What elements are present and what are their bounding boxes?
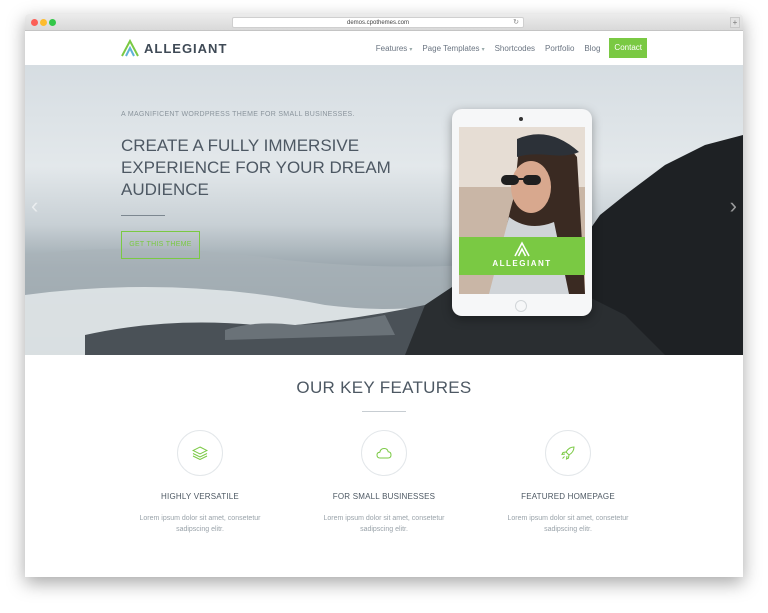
reload-icon[interactable]: ↻ (513, 18, 519, 28)
get-theme-button[interactable]: GET THIS THEME (121, 231, 200, 259)
chevron-down-icon: ▾ (481, 46, 485, 53)
tablet-logo-icon (514, 241, 530, 257)
close-window-button[interactable] (31, 19, 38, 26)
feature-card: FOR SMALL BUSINESSES Lorem ipsum dolor s… (314, 430, 454, 535)
slider-prev-arrow[interactable]: ‹ (31, 193, 38, 219)
hero-headline: CREATE A FULLY IMMERSIVE EXPERIENCE FOR … (121, 136, 391, 199)
site-header: ALLEGIANT Features ▾ Page Templates ▾ Shor… (25, 31, 743, 65)
nav-item-page-templates[interactable]: Page Templates ▾ (422, 44, 484, 53)
nav-label: Features (375, 43, 408, 53)
features-title: OUR KEY FEATURES (296, 378, 472, 397)
browser-window: demos.cpothemes.com ↻ + ALLEGIANT Featur… (25, 14, 743, 577)
nav-item-portfolio[interactable]: Portfolio (545, 44, 574, 53)
tablet-home-button (515, 300, 527, 312)
feature-description: Lorem ipsum dolor sit amet, consetetur s… (507, 515, 629, 533)
hero-slider: A MAGNIFICENT WORDPRESS THEME FOR SMALL … (25, 65, 743, 355)
zoom-window-button[interactable] (49, 19, 56, 26)
feature-icon-circle (361, 430, 407, 476)
tablet-screen: ALLEGIANT (459, 127, 585, 294)
browser-toolbar: demos.cpothemes.com ↻ + (25, 14, 743, 31)
feature-description: Lorem ipsum dolor sit amet, consetetur s… (139, 515, 261, 533)
tablet-camera (519, 117, 523, 121)
feature-title: FEATURED HOMEPAGE (521, 492, 615, 501)
main-nav: Features ▾ Page Templates ▾ Shortcodes Por… (366, 38, 647, 58)
address-text: demos.cpothemes.com (346, 20, 410, 26)
nav-item-blog[interactable]: Blog (584, 44, 600, 53)
tablet-brand-text: ALLEGIANT (492, 259, 552, 268)
hero-background-image (25, 135, 743, 355)
new-tab-button[interactable]: + (730, 17, 740, 28)
nav-item-features[interactable]: Features ▾ (376, 44, 413, 53)
nav-label: Page Templates (422, 43, 480, 53)
nav-contact-button[interactable]: Contact (609, 38, 647, 58)
layers-icon (192, 446, 208, 460)
slider-next-arrow[interactable]: › (730, 193, 737, 219)
feature-card: FEATURED HOMEPAGE Lorem ipsum dolor sit … (498, 430, 638, 535)
feature-card: HIGHLY VERSATILE Lorem ipsum dolor sit a… (130, 430, 270, 535)
features-divider (362, 411, 406, 412)
logo-text: ALLEGIANT (144, 40, 228, 56)
feature-icon-circle (177, 430, 223, 476)
rocket-icon (561, 446, 575, 460)
feature-description: Lorem ipsum dolor sit amet, consetetur s… (323, 515, 445, 533)
minimize-window-button[interactable] (40, 19, 47, 26)
address-bar[interactable]: demos.cpothemes.com ↻ (232, 17, 524, 28)
site-logo[interactable]: ALLEGIANT (120, 39, 227, 57)
feature-title: FOR SMALL BUSINESSES (332, 492, 436, 501)
hero-tagline: A MAGNIFICENT WORDPRESS THEME FOR SMALL … (121, 111, 355, 118)
feature-icon-circle (545, 430, 591, 476)
nav-item-shortcodes[interactable]: Shortcodes (495, 44, 535, 53)
hero-divider (121, 215, 165, 216)
cloud-icon (376, 447, 392, 459)
feature-title: HIGHLY VERSATILE (161, 492, 239, 501)
chevron-down-icon: ▾ (409, 46, 413, 53)
tablet-mockup: ALLEGIANT (452, 109, 592, 316)
logo-mark-icon (121, 39, 139, 57)
